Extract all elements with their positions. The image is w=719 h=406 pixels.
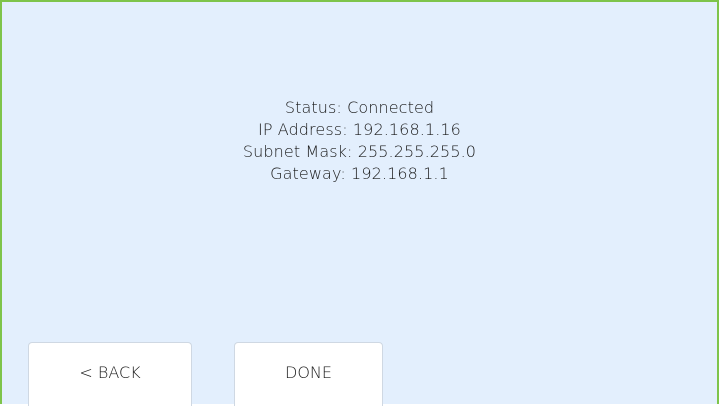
done-button[interactable]: DONE — [234, 342, 383, 406]
network-status-screen: Status: Connected IP Address: 192.168.1.… — [0, 0, 719, 406]
back-button[interactable]: < BACK — [28, 342, 192, 406]
network-status-info: Status: Connected IP Address: 192.168.1.… — [2, 97, 717, 185]
done-button-label: DONE — [285, 363, 332, 382]
ip-address: IP Address: 192.168.1.16 — [258, 120, 461, 139]
back-button-label: < BACK — [79, 363, 141, 382]
gateway: Gateway: 192.168.1.1 — [270, 164, 449, 183]
subnet-mask: Subnet Mask: 255.255.255.0 — [242, 142, 477, 161]
connection-status: Status: Connected — [284, 98, 435, 117]
